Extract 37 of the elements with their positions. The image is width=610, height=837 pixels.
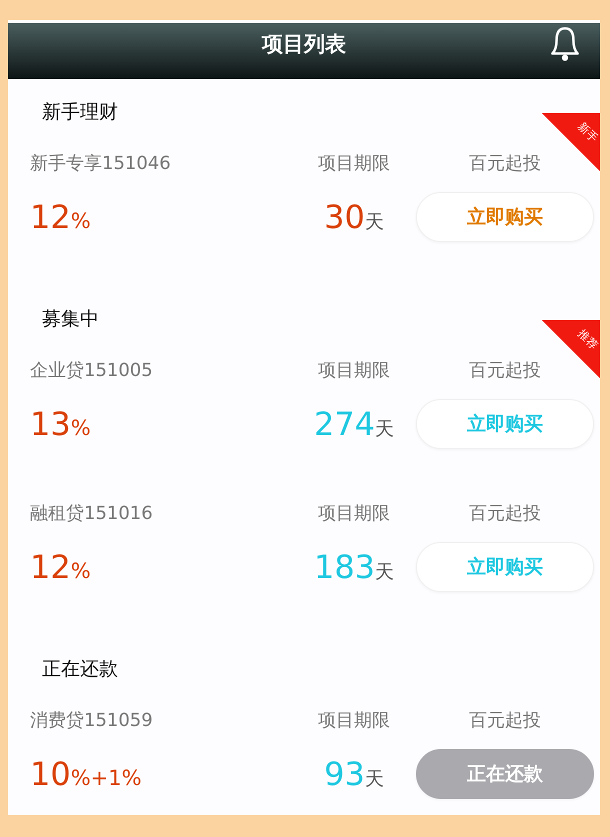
- product-name: 融租贷151016: [30, 502, 154, 525]
- corner-ribbon: 推荐: [542, 320, 600, 378]
- min-invest-label: 百元起投: [469, 502, 541, 525]
- day-unit: 天: [364, 768, 384, 790]
- buy-button[interactable]: 立即购买: [416, 399, 594, 449]
- interest-rate: 10: [30, 755, 71, 793]
- min-invest-label: 百元起投: [469, 709, 541, 732]
- term-days: 274: [314, 405, 376, 443]
- min-invest-label: 百元起投: [469, 359, 541, 382]
- term-days: 30: [324, 198, 365, 236]
- day-unit: 天: [364, 211, 384, 233]
- interest-rate: 13: [30, 405, 71, 443]
- rate-unit: %: [70, 209, 91, 233]
- product-name: 新手专享151046: [30, 152, 172, 175]
- product-name: 消费贷151059: [30, 709, 154, 732]
- page-title: 项目列表: [262, 31, 346, 58]
- term-label: 项目期限: [318, 502, 390, 525]
- buy-button[interactable]: 立即购买: [416, 542, 594, 592]
- interest-rate: 12: [30, 548, 71, 586]
- term-days: 93: [324, 755, 365, 793]
- term-label: 项目期限: [318, 152, 390, 175]
- rate-unit: %: [70, 416, 91, 440]
- term-days: 183: [314, 548, 376, 586]
- term-label: 项目期限: [318, 709, 390, 732]
- product-name: 企业贷151005: [30, 359, 154, 382]
- term-label: 项目期限: [318, 359, 390, 382]
- corner-ribbon: 新手: [542, 113, 600, 171]
- section-title: 新手理财: [42, 101, 118, 123]
- rate-unit: %: [70, 559, 91, 583]
- rate-unit: %+1%: [70, 766, 142, 790]
- day-unit: 天: [375, 561, 394, 583]
- day-unit: 天: [375, 418, 394, 440]
- interest-rate: 12: [30, 198, 71, 236]
- section-title: 募集中: [42, 308, 99, 330]
- buy-button[interactable]: 立即购买: [416, 192, 594, 242]
- section-title: 正在还款: [42, 658, 118, 680]
- min-invest-label: 百元起投: [469, 152, 541, 175]
